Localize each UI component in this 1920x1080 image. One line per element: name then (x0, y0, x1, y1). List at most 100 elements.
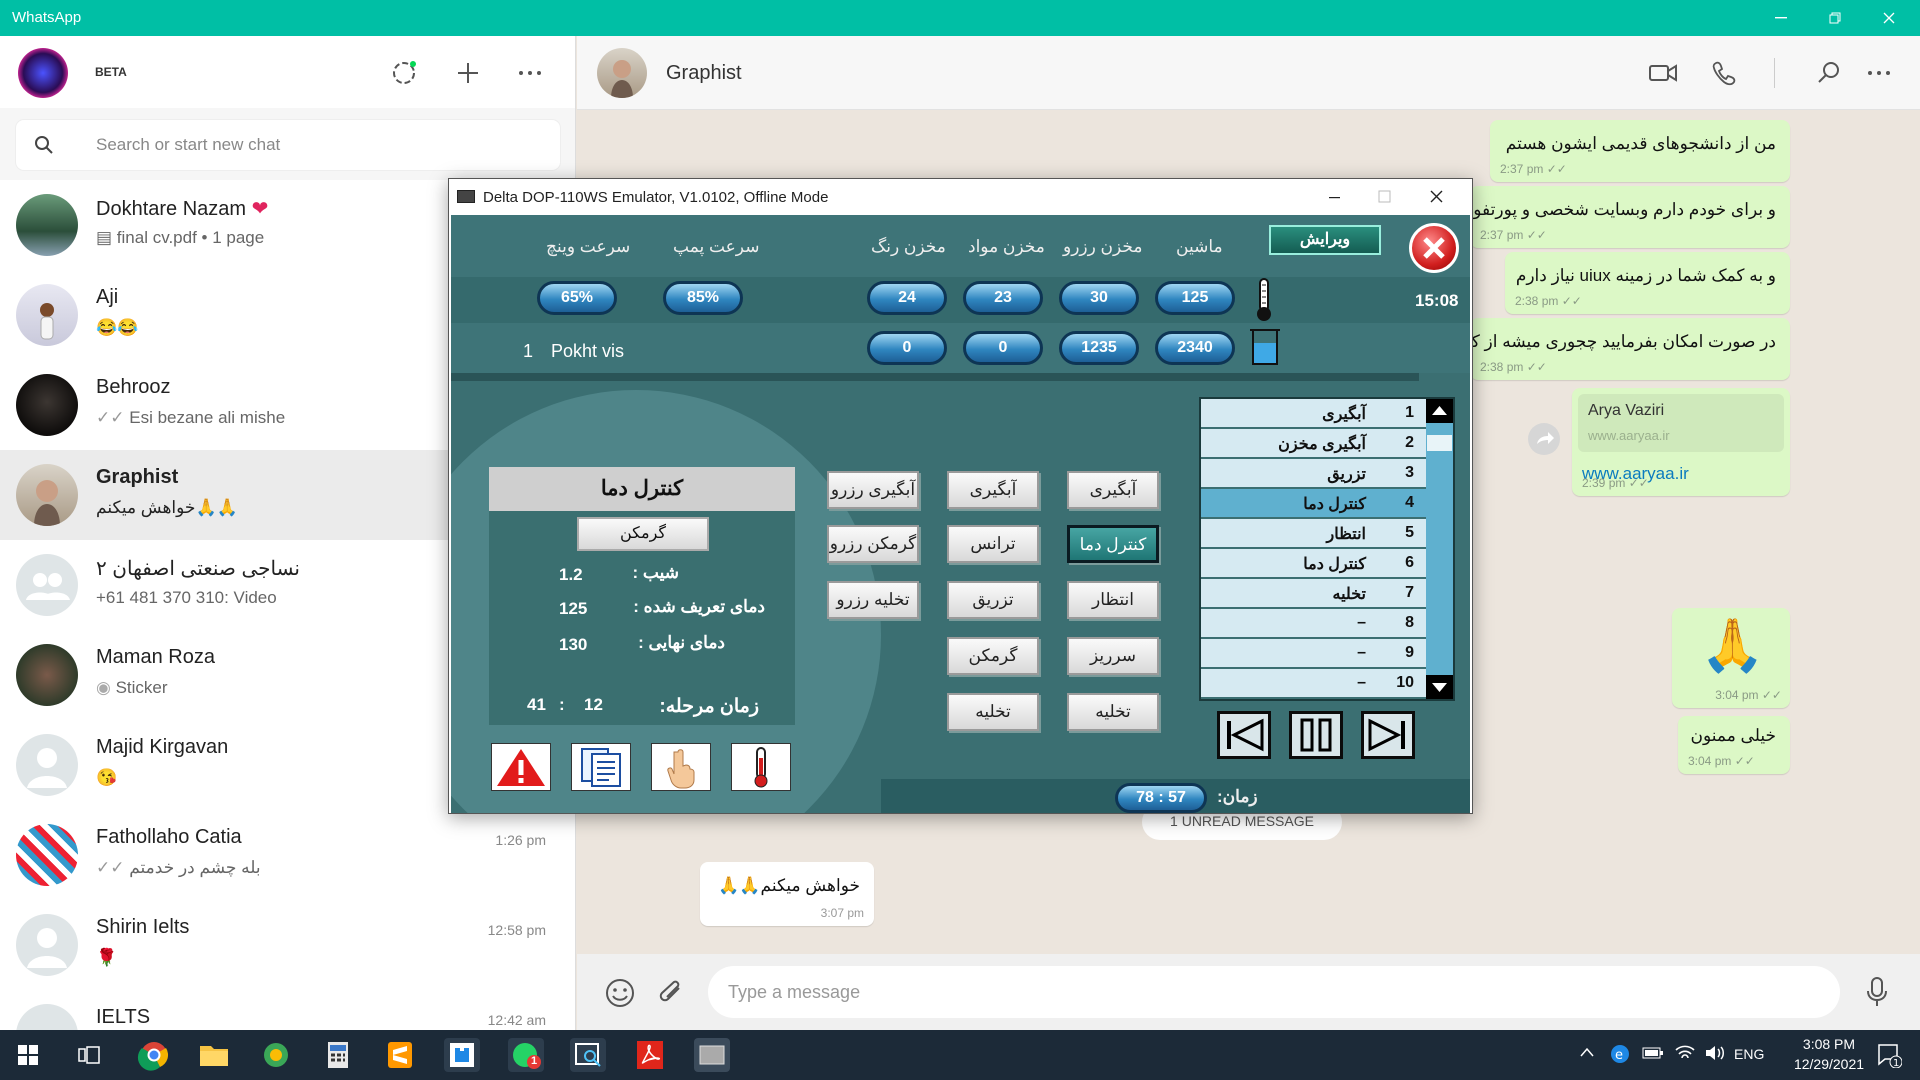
step-heater-button[interactable]: گرمکن (947, 637, 1039, 675)
emulator-maximize-button[interactable] (1369, 185, 1399, 209)
app-network-icon[interactable] (258, 1038, 294, 1072)
material-tank-level[interactable]: 0 (963, 331, 1043, 365)
contact-avatar[interactable] (597, 48, 647, 98)
contact-name[interactable]: Graphist (666, 62, 742, 85)
step-row-9[interactable]: 9– (1201, 639, 1426, 669)
search-messages-icon[interactable] (1817, 60, 1841, 84)
emulator-minimize-button[interactable] (1319, 185, 1349, 209)
chat-item-fathollaho[interactable]: Fathollaho Catia ✓✓ بله چشم در خدمتم 1:2… (0, 810, 575, 900)
sublime-icon[interactable] (382, 1038, 418, 1072)
step-drain-2-button[interactable]: تخلیه (947, 693, 1039, 731)
machine-temp[interactable]: 125 (1155, 281, 1235, 315)
battery-icon[interactable] (1642, 1046, 1664, 1060)
language-indicator[interactable]: ENG (1734, 1046, 1764, 1062)
machine-level[interactable]: 2340 (1155, 331, 1235, 365)
pause-icon[interactable] (1289, 711, 1343, 759)
video-call-icon[interactable] (1649, 62, 1677, 84)
notification-center-icon[interactable]: 1 (1876, 1042, 1902, 1068)
winch-speed-value[interactable]: 65% (537, 281, 617, 315)
exit-icon[interactable] (1409, 223, 1459, 273)
color-tank-level[interactable]: 0 (867, 331, 947, 365)
scroll-thumb[interactable] (1427, 435, 1452, 451)
emulator-taskbar-icon[interactable] (694, 1038, 730, 1072)
chat-item-ielts[interactable]: IELTS 12:42 am (0, 990, 575, 1030)
acrobat-icon[interactable] (632, 1038, 668, 1072)
pump-speed-value[interactable]: 85% (663, 281, 743, 315)
step-overflow-button[interactable]: سرریز (1067, 637, 1159, 675)
message-bubble[interactable]: و به کمک شما در زمینه uiux نیاز دارم 2:3… (1505, 252, 1790, 314)
previous-step-icon[interactable] (1217, 711, 1271, 759)
step-inject-button[interactable]: تزریق (947, 581, 1039, 619)
step-scrollbar[interactable] (1426, 399, 1453, 699)
incoming-message[interactable]: خواهش میکنم🙏🙏 3:07 pm (700, 862, 874, 926)
emulator-close-button[interactable] (1421, 185, 1451, 209)
message-bubble[interactable]: در صورت امکان بفرمایید چجوری میشه از کمک… (1470, 318, 1790, 380)
snipping-tool-icon[interactable] (570, 1038, 606, 1072)
step-row-6[interactable]: 6 کنترل دما (1201, 549, 1426, 579)
file-explorer-icon[interactable] (196, 1038, 232, 1072)
scroll-down-icon[interactable] (1426, 675, 1453, 699)
message-bubble[interactable]: خیلی ممنون 3:04 pm ✓✓ (1678, 716, 1790, 774)
step-row-3[interactable]: 3 تزریق (1201, 459, 1426, 489)
taskbar-date[interactable]: 12/29/2021 (1786, 1056, 1872, 1072)
step-reserve-drain-button[interactable]: تخلیه رزرو (827, 581, 919, 619)
voice-call-icon[interactable] (1712, 60, 1736, 86)
manual-hand-icon[interactable] (651, 743, 711, 791)
whatsapp-taskbar-icon[interactable]: 1 (508, 1038, 544, 1072)
temperature-icon[interactable] (731, 743, 791, 791)
step-row-1[interactable]: 1 آبگیری (1201, 399, 1426, 429)
material-tank-temp[interactable]: 23 (963, 281, 1043, 315)
color-tank-temp[interactable]: 24 (867, 281, 947, 315)
task-view-icon[interactable] (78, 1045, 100, 1065)
attach-icon[interactable] (657, 978, 687, 1008)
close-button[interactable] (1866, 0, 1912, 36)
reserve-tank-temp[interactable]: 30 (1059, 281, 1139, 315)
forward-icon[interactable] (1528, 423, 1560, 455)
new-chat-icon[interactable] (456, 61, 480, 85)
status-icon[interactable] (392, 60, 418, 86)
step-row-10[interactable]: 10– (1201, 669, 1426, 699)
step-drain-button[interactable]: تخلیه (1067, 693, 1159, 731)
step-temp-control-button[interactable]: کنترل دما (1067, 525, 1159, 563)
step-transfer-button[interactable]: ترانس (947, 525, 1039, 563)
reserve-tank-level[interactable]: 1235 (1059, 331, 1139, 365)
emoji-message[interactable]: 🙏 3:04 pm ✓✓ (1672, 608, 1790, 708)
step-reserve-heater-button[interactable]: گرمکن رزرو (827, 525, 919, 563)
app-square-icon[interactable] (444, 1038, 480, 1072)
link-preview-message[interactable]: Arya Vaziri www.aaryaa.ir www.aaryaa.ir … (1572, 388, 1790, 496)
link-preview-card[interactable]: Arya Vaziri www.aaryaa.ir (1578, 394, 1784, 452)
conversation-menu-icon[interactable] (1867, 70, 1891, 76)
taskbar-time[interactable]: 3:08 PM (1786, 1036, 1872, 1052)
next-step-icon[interactable] (1361, 711, 1415, 759)
step-row-8[interactable]: 8– (1201, 609, 1426, 639)
menu-icon[interactable] (518, 70, 542, 76)
step-row-4[interactable]: 4 کنترل دما (1201, 489, 1426, 519)
message-input[interactable]: Type a message (708, 966, 1840, 1018)
message-bubble[interactable]: من از دانشجوهای قدیمی ایشون هستم 2:37 pm… (1490, 120, 1790, 182)
start-icon[interactable] (18, 1045, 38, 1065)
step-wait-button[interactable]: انتظار (1067, 581, 1159, 619)
step-row-2[interactable]: 2 آبگیری مخزن (1201, 429, 1426, 459)
step-reserve-fill-button[interactable]: آبگیری رزرو (827, 471, 919, 509)
minimize-button[interactable] (1758, 0, 1804, 36)
edge-tray-icon[interactable]: e (1610, 1044, 1630, 1064)
step-fill-button[interactable]: آبگیری (1067, 471, 1159, 509)
alarm-warning-icon[interactable] (491, 743, 551, 791)
volume-icon[interactable] (1704, 1044, 1726, 1062)
restore-button[interactable] (1812, 0, 1858, 36)
tray-chevron-icon[interactable] (1580, 1047, 1594, 1057)
search-input[interactable]: Search or start new chat (96, 135, 280, 155)
profile-avatar[interactable] (18, 48, 68, 98)
search-box[interactable]: Search or start new chat (16, 120, 560, 170)
chat-item-shirin[interactable]: Shirin Ielts 🌹 12:58 pm (0, 900, 575, 990)
step-fill-2-button[interactable]: آبگیری (947, 471, 1039, 509)
documents-icon[interactable] (571, 743, 631, 791)
calculator-icon[interactable] (320, 1038, 356, 1072)
wifi-icon[interactable] (1674, 1044, 1696, 1062)
emulator-window[interactable]: Delta DOP-110WS Emulator, V1.0102, Offli… (448, 178, 1473, 814)
step-row-7[interactable]: 7 تخلیه (1201, 579, 1426, 609)
emoji-icon[interactable] (605, 978, 635, 1008)
chrome-icon[interactable] (136, 1038, 172, 1072)
step-row-5[interactable]: 5 انتظار (1201, 519, 1426, 549)
scroll-up-icon[interactable] (1426, 399, 1453, 423)
